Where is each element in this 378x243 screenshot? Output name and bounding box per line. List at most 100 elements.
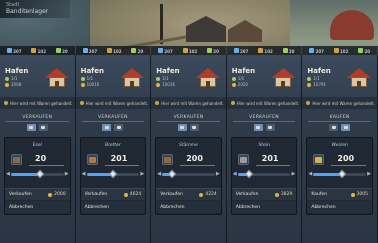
- divider: [6, 121, 69, 122]
- coin-icon: [307, 82, 312, 87]
- trade-card: Esel 20 ◀ ▶ Verkaufen 2000 Abbrechen: [4, 137, 71, 215]
- cancel-label: Abbrechen: [160, 204, 185, 210]
- quantity-value[interactable]: 200: [337, 154, 354, 163]
- slider-handle[interactable]: [167, 169, 176, 179]
- resource-c: 20: [282, 47, 294, 54]
- slider-handle[interactable]: [108, 169, 118, 179]
- action-label: Verkaufen: [84, 192, 108, 197]
- trade-mode-label: VERKAUFEN: [97, 115, 128, 120]
- buy-tab[interactable]: [114, 124, 124, 131]
- confirm-trade-button[interactable]: Kaufen 3005: [307, 188, 372, 200]
- cancel-button[interactable]: Abbrechen: [307, 201, 372, 213]
- info-notice: Hier wird mit Waren gehandelt.: [151, 97, 226, 109]
- resource-c: 20: [55, 47, 68, 54]
- level-value: 1/1: [313, 76, 320, 81]
- quantity-value[interactable]: 201: [111, 154, 128, 163]
- decrease-icon[interactable]: ◀: [82, 171, 86, 177]
- quantity-value[interactable]: 200: [186, 154, 203, 163]
- cancel-button[interactable]: Abbrechen: [231, 201, 297, 213]
- trade-card: Weizen 200 ◀ ▶ Kaufen 3005 Abbrechen: [306, 137, 373, 215]
- sell-tab[interactable]: [253, 124, 263, 131]
- food-icon: [55, 47, 61, 53]
- quantity-slider[interactable]: [162, 169, 215, 179]
- food-icon: [131, 47, 137, 53]
- action-label: Verkaufen: [9, 192, 32, 197]
- increase-icon[interactable]: ▶: [367, 171, 371, 177]
- sell-tab[interactable]: [177, 124, 187, 131]
- notice-text: Hier wird mit Waren gehandelt.: [10, 100, 73, 106]
- sell-tab[interactable]: [26, 124, 36, 131]
- harbor-trade-panel: Hafen 1/1 10016 Hier wird mit Waren geha…: [151, 55, 227, 243]
- quantity-value[interactable]: 201: [262, 154, 279, 163]
- level-icon: [80, 76, 85, 81]
- population-icon: [6, 47, 12, 53]
- decrease-icon[interactable]: ◀: [308, 171, 312, 177]
- buy-tab[interactable]: [265, 124, 275, 131]
- increase-icon[interactable]: ▶: [292, 171, 296, 177]
- level-value: 1/1: [162, 76, 169, 81]
- decrease-icon[interactable]: ◀: [157, 171, 161, 177]
- resource-c: 20: [131, 47, 143, 54]
- quantity-slider[interactable]: [11, 169, 64, 179]
- buy-tab[interactable]: [341, 124, 351, 131]
- quantity-value[interactable]: 20: [35, 154, 46, 163]
- resource-b: 102: [182, 47, 197, 54]
- trade-card: Bretter 201 ◀ ▶ Verkaufen 4624 Abbrechen: [79, 137, 147, 215]
- info-icon: [230, 101, 235, 105]
- coin-icon: [333, 47, 339, 53]
- location-name: Banditenlager: [6, 8, 49, 15]
- cancel-button[interactable]: Abbrechen: [156, 201, 221, 213]
- buy-tab[interactable]: [38, 124, 48, 131]
- increase-icon[interactable]: ▶: [216, 171, 220, 177]
- quantity-underline: [104, 165, 140, 166]
- trade-tabs: [0, 124, 75, 131]
- trade-mode-label: VERKAUFEN: [249, 115, 279, 120]
- trade-card: Stein 201 ◀ ▶ Verkaufen 3829 Abbrechen: [230, 137, 298, 215]
- resource-b: 102: [31, 47, 46, 54]
- quantity-underline: [331, 165, 366, 166]
- cancel-button[interactable]: Abbrechen: [80, 201, 146, 213]
- buy-icon: [192, 126, 197, 129]
- quantity-slider[interactable]: [86, 169, 140, 179]
- level-info: 1/1: [5, 76, 17, 81]
- buy-tab[interactable]: [189, 124, 199, 131]
- confirm-trade-button[interactable]: Verkaufen 4224: [156, 188, 221, 200]
- harbor-icon: [346, 68, 371, 88]
- trade-tabs: [151, 124, 226, 131]
- confirm-trade-button[interactable]: Verkaufen 4624: [80, 188, 146, 200]
- buy-icon: [268, 126, 273, 129]
- price-value: 3829: [280, 192, 293, 197]
- decrease-icon[interactable]: ◀: [6, 171, 10, 177]
- quantity-underline: [255, 165, 291, 166]
- increase-icon[interactable]: ▶: [140, 171, 144, 177]
- decrease-icon[interactable]: ◀: [233, 171, 237, 177]
- slider-handle[interactable]: [35, 169, 45, 179]
- sell-tab[interactable]: [102, 124, 112, 131]
- good-name: Stein: [258, 143, 270, 148]
- confirm-trade-button[interactable]: Verkaufen 2000: [5, 188, 70, 200]
- info-notice: Hier wird mit Waren gehandelt.: [0, 97, 75, 109]
- good-icon: [313, 154, 325, 165]
- action-label: Verkaufen: [160, 192, 183, 197]
- quantity-underline: [180, 165, 215, 166]
- action-label: Kaufen: [311, 192, 328, 197]
- info-notice: Hier wird mit Waren gehandelt.: [75, 97, 151, 109]
- cancel-label: Abbrechen: [311, 204, 336, 210]
- cancel-label: Abbrechen: [84, 204, 109, 210]
- slider-handle[interactable]: [338, 169, 347, 179]
- notice-text: Hier wird mit Waren gehandelt.: [161, 100, 224, 106]
- cancel-button[interactable]: Abbrechen: [5, 201, 70, 213]
- roof-building[interactable]: [330, 10, 374, 40]
- sell-tab[interactable]: [329, 124, 339, 131]
- price-value: 4624: [129, 192, 142, 197]
- level-value: 1/1: [237, 76, 245, 81]
- good-name: Esel: [32, 143, 42, 148]
- increase-icon[interactable]: ▶: [65, 171, 69, 177]
- price-value: 3005: [356, 192, 368, 197]
- quantity-slider[interactable]: [313, 169, 366, 179]
- slider-handle[interactable]: [245, 169, 254, 179]
- confirm-trade-button[interactable]: Verkaufen 3829: [231, 188, 297, 200]
- resource-segment: 207 102 20: [302, 46, 378, 55]
- buy-icon: [343, 126, 348, 129]
- quantity-slider[interactable]: [237, 169, 291, 179]
